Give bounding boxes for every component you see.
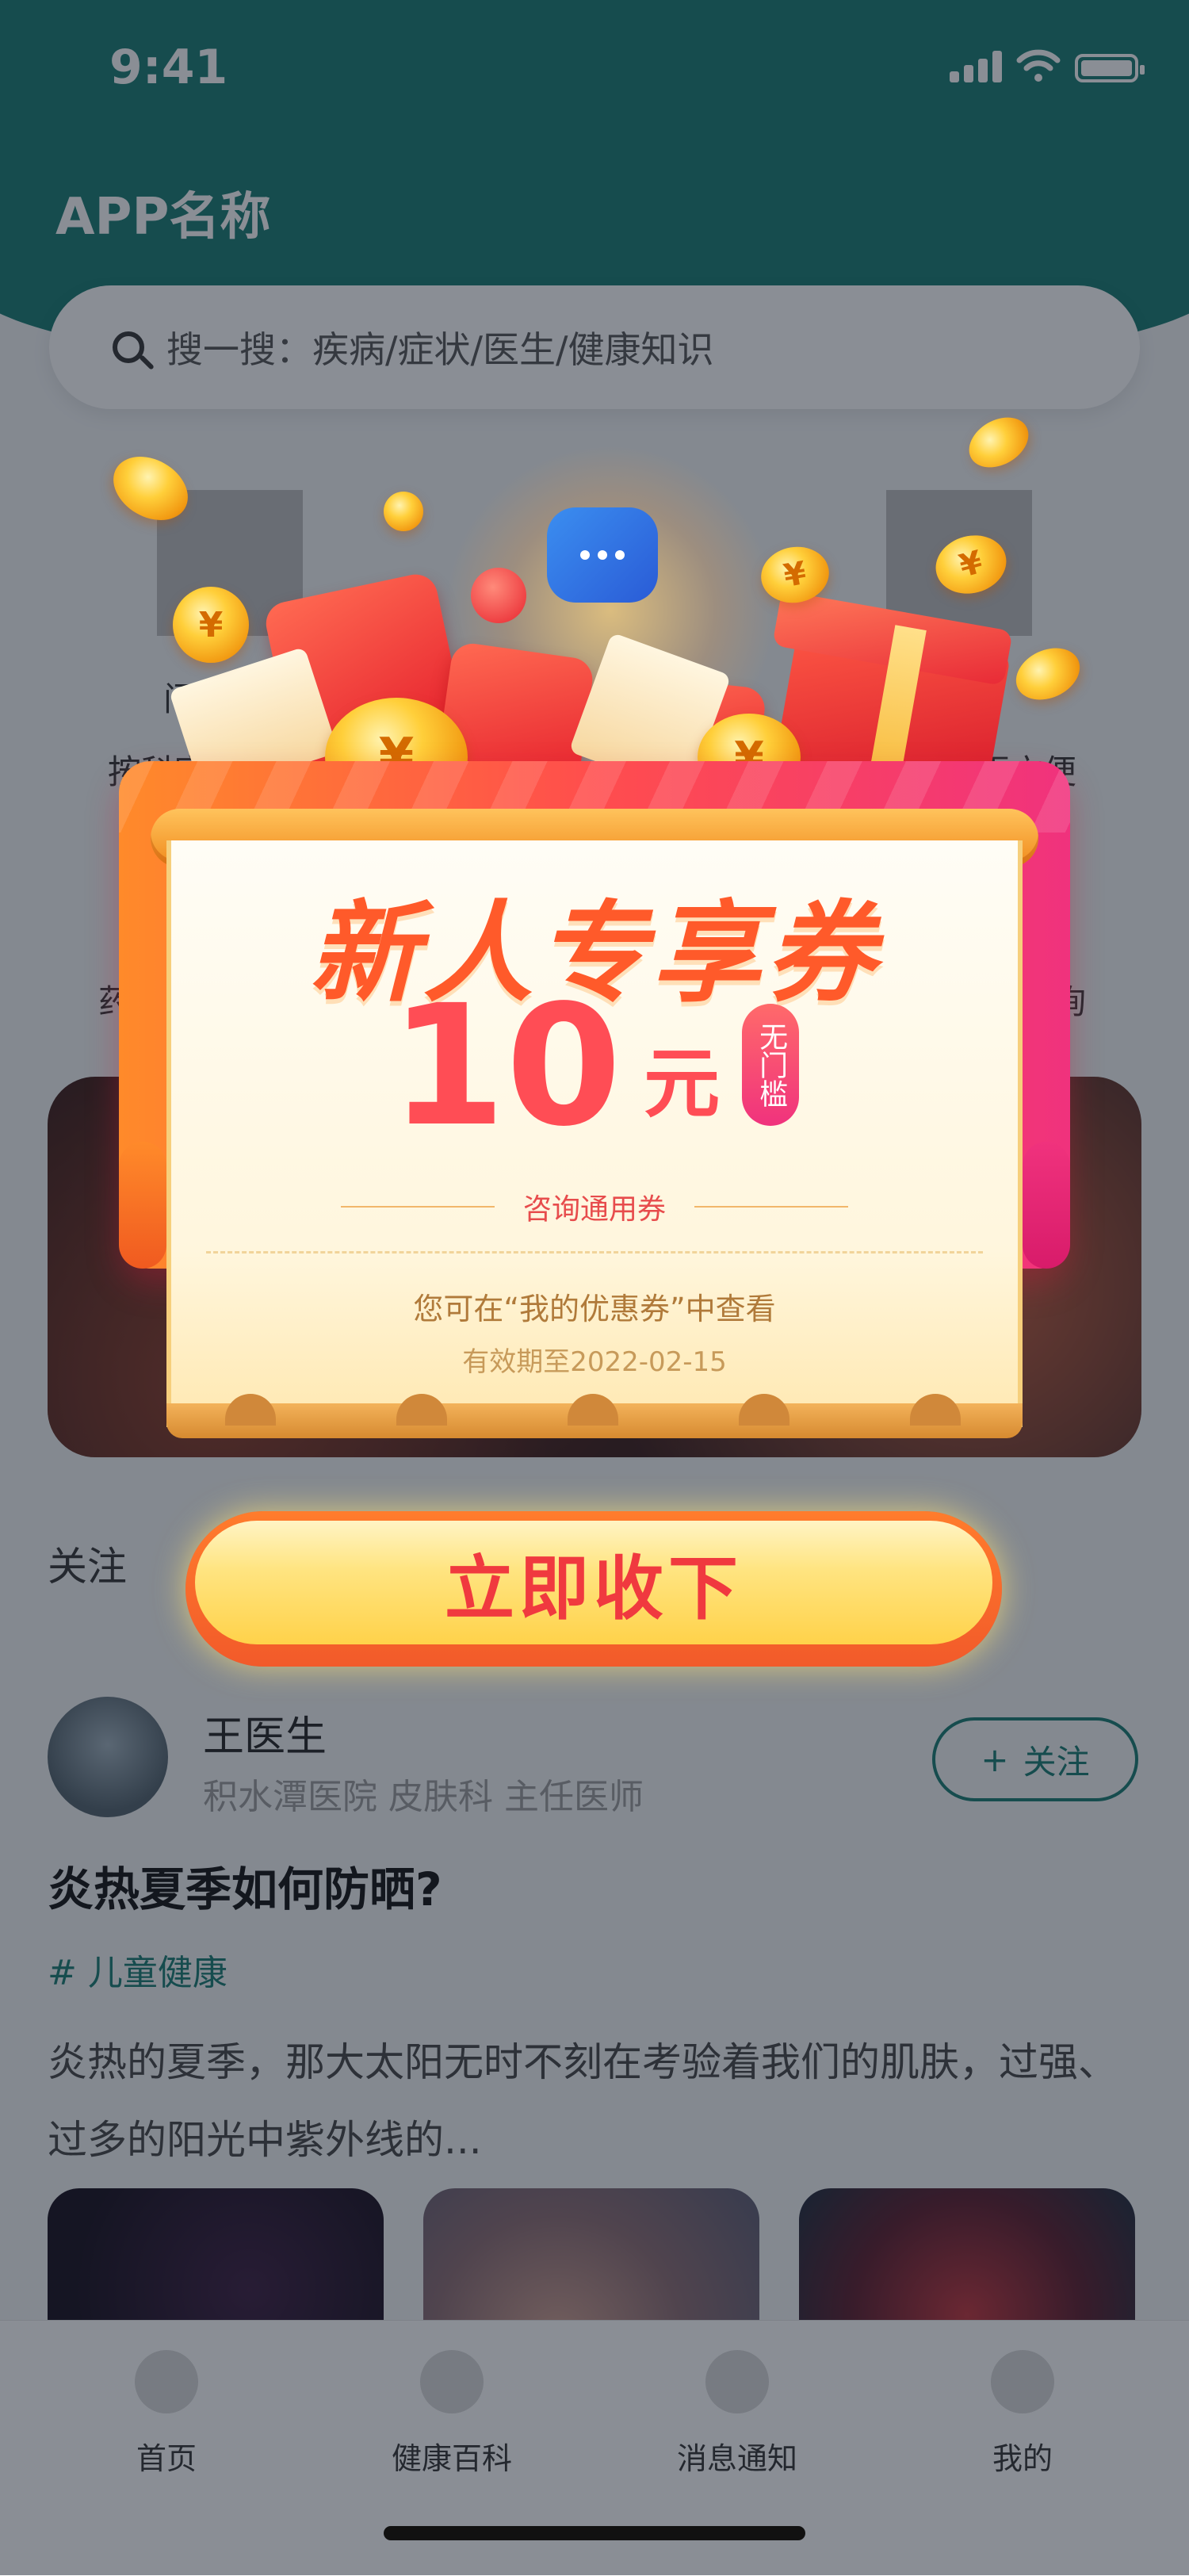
coupon-type-row: 咨询通用券 [341,1186,849,1227]
coupon-amount-row: 10 元 无门槛 [166,969,1023,1163]
coin-icon: ¥ [173,587,249,663]
coupon-hint: 您可在“我的优惠券”中查看 [413,1292,776,1326]
coupon-unit: 元 [644,1039,721,1128]
dashed-divider [206,1251,983,1254]
home-indicator [384,2526,805,2540]
coin-icon [384,492,423,531]
coupon-type-label: 咨询通用券 [523,1193,667,1226]
claim-button[interactable]: 立即收下 [185,1511,1002,1667]
no-threshold-badge: 无门槛 [742,1004,800,1126]
divider-line [694,1206,849,1208]
red-ball-icon [471,568,526,623]
coupon-validity: 有效期至2022-02-15 [462,1346,727,1378]
claim-button-label: 立即收下 [195,1521,992,1644]
divider-line [341,1206,495,1208]
chat-bubble-icon [547,507,658,603]
scroll-curl-left [119,1142,166,1269]
coupon-amount: 10 [389,969,622,1163]
scroll-curl-right [1023,1142,1070,1269]
